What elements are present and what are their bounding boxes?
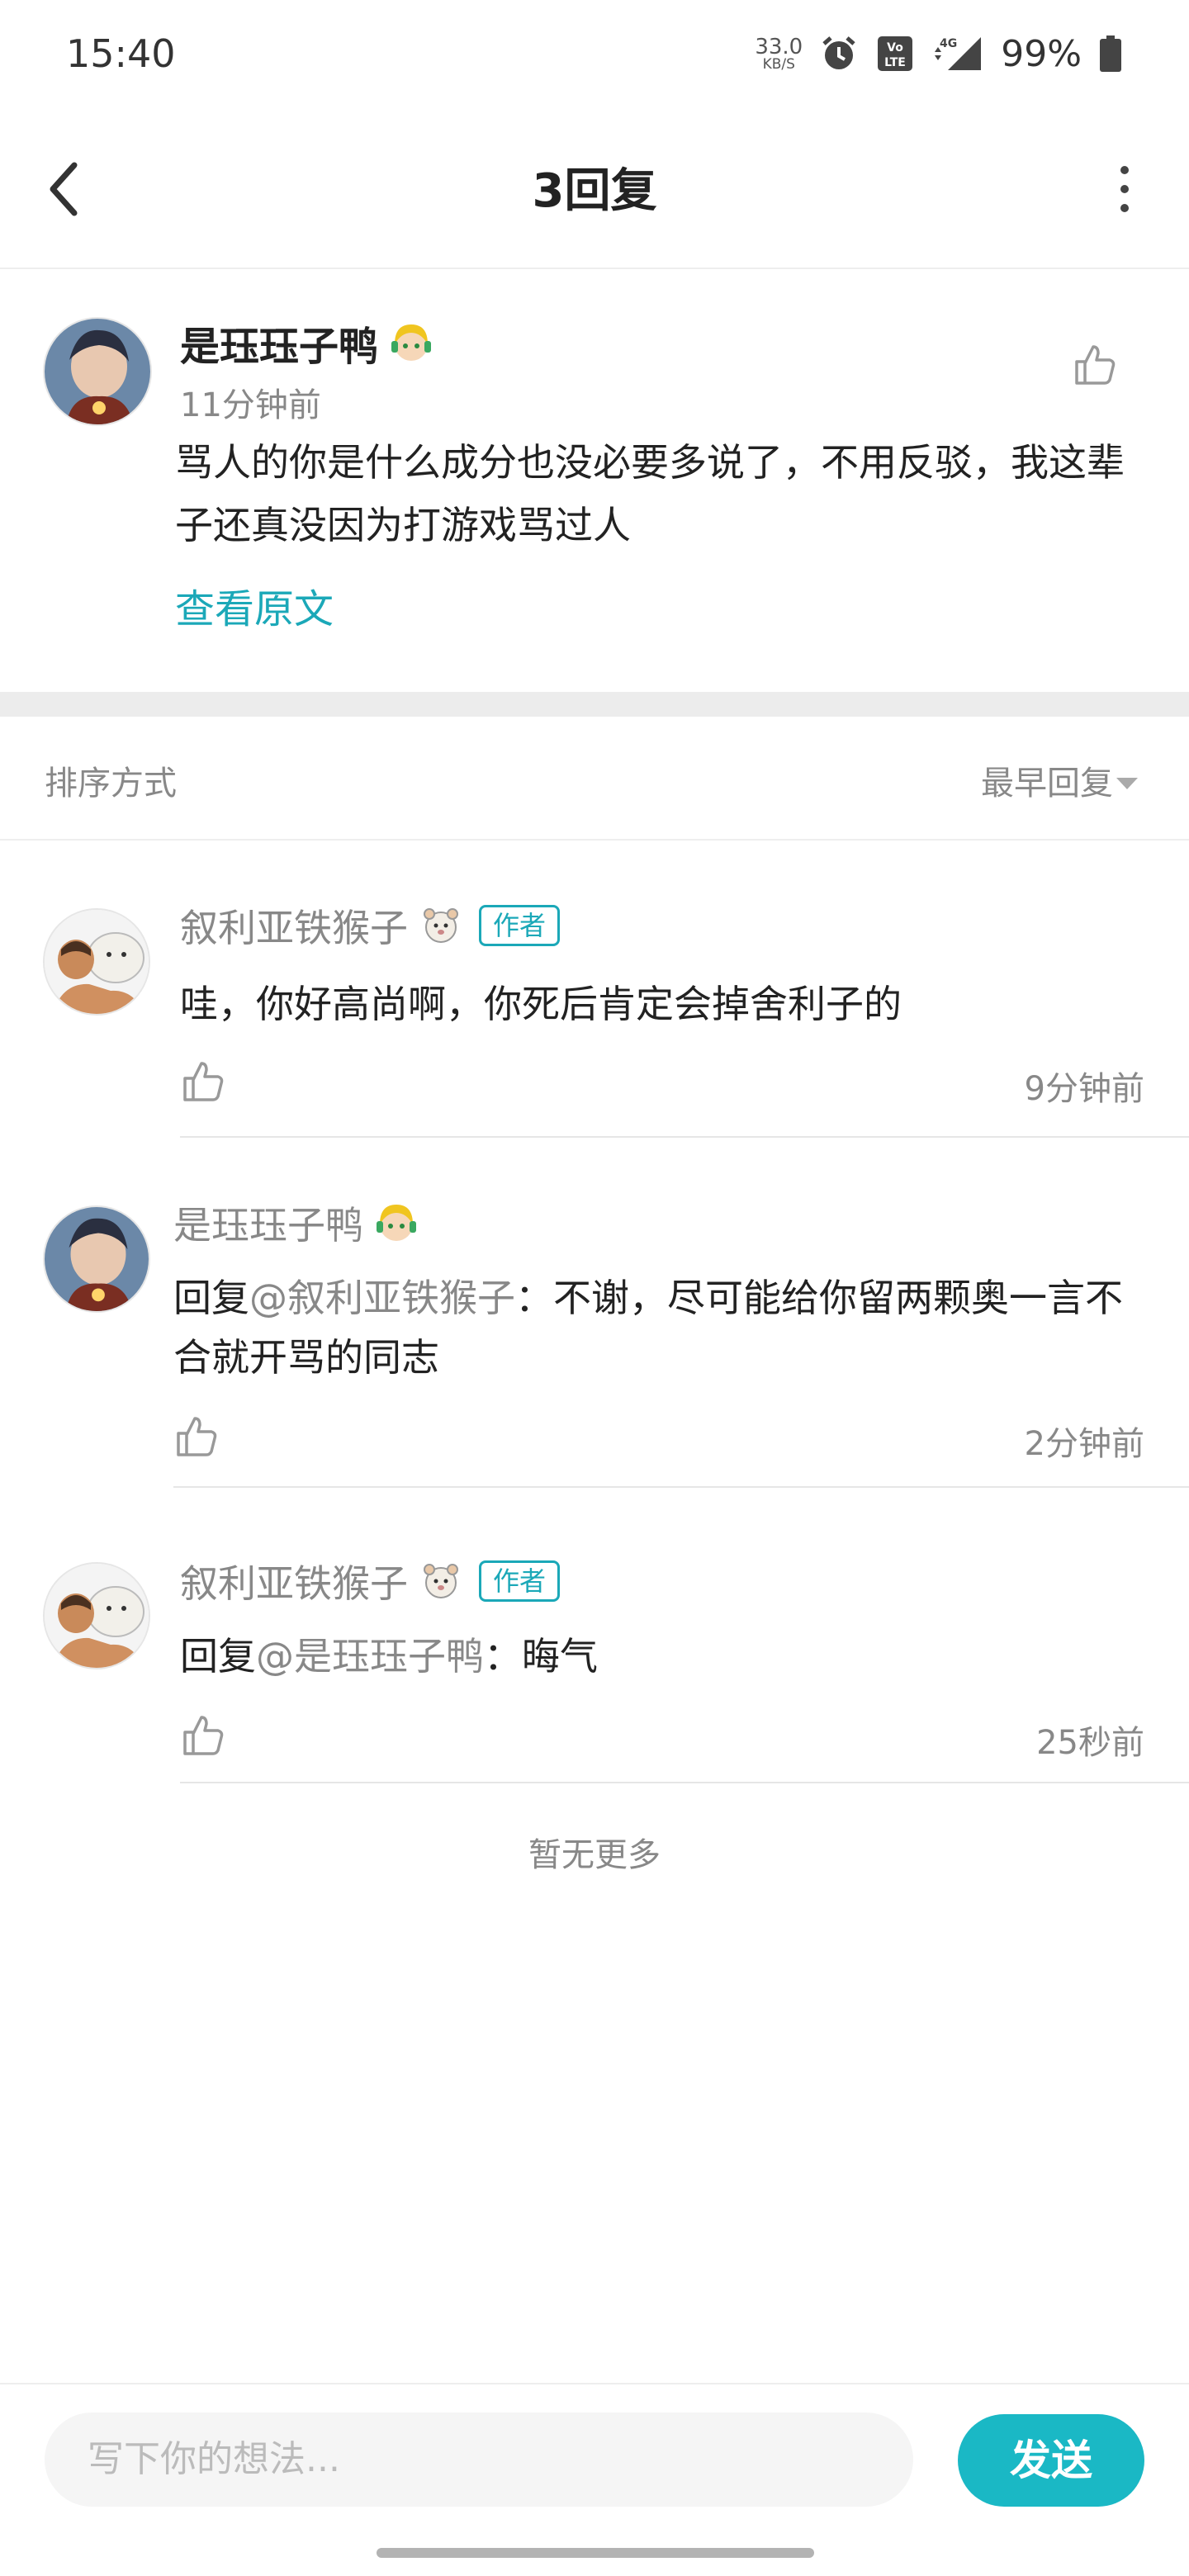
- reply-prefix: 回复: [180, 1634, 256, 1679]
- net-speed-value: 33.0: [755, 34, 803, 59]
- reply-item: 叙利亚铁猴子 作者 哇，你好高尚啊，你死后肯定会掉舍利子的 9分钟前: [0, 841, 1189, 1139]
- comment-input[interactable]: 写下你的想法...: [45, 2413, 913, 2507]
- thumbs-up-icon[interactable]: [180, 1712, 226, 1759]
- thumbs-up-icon[interactable]: [180, 1058, 226, 1105]
- svg-text:Vo: Vo: [887, 41, 903, 54]
- reply-item: 叙利亚铁猴子 作者 回复@是珏珏子鸭：晦气 25秒前: [0, 1494, 1189, 1792]
- volte-icon: Vo LTE: [878, 36, 913, 71]
- net-speed-unit: KB/S: [762, 55, 795, 73]
- avatar[interactable]: [43, 317, 152, 426]
- reply-content: 回复@叙利亚铁猴子：不谢，尽可能给你留两颗奥一言不合就开骂的同志: [173, 1268, 1156, 1387]
- reply-author-name[interactable]: 是珏珏子鸭: [173, 1196, 363, 1250]
- reply-prefix: 回复: [173, 1276, 249, 1320]
- no-more-text: 暂无更多: [528, 1836, 661, 1874]
- reply-content: 哇，你好高尚啊，你死后肯定会掉舍利子的: [180, 974, 1163, 1034]
- status-bar: 15:40 33.0 KB/S Vo LTE 4G 99%: [0, 0, 1189, 107]
- caret-down-icon[interactable]: [1115, 776, 1139, 791]
- net-speed: 33.0 KB/S: [755, 36, 803, 72]
- battery-icon: [1100, 36, 1121, 72]
- comment-time: 11分钟前: [180, 386, 321, 424]
- sort-dropdown[interactable]: 最早回复: [981, 756, 1113, 804]
- status-icons: 33.0 KB/S Vo LTE 4G 99%: [755, 33, 1123, 75]
- svg-text:LTE: LTE: [884, 56, 906, 69]
- bear-emoji-icon: [424, 908, 458, 943]
- top-header: 3回复: [0, 107, 1189, 269]
- reply-item: 是珏珏子鸭 回复@叙利亚铁猴子：不谢，尽可能给你留两颗奥一言不合就开骂的同志 2…: [0, 1139, 1189, 1494]
- author-name[interactable]: 是珏珏子鸭: [180, 314, 378, 372]
- reply-author-row: 叙利亚铁猴子 作者: [180, 1554, 561, 1608]
- sort-bar: 排序方式 最早回复: [0, 717, 1189, 841]
- send-button[interactable]: 发送: [958, 2414, 1144, 2507]
- main-comment: 是珏珏子鸭 11分钟前 骂人的你是什么成分也没必要多说了，不用反驳，我这辈子还真…: [0, 269, 1189, 692]
- view-original-link[interactable]: 查看原文: [175, 576, 334, 634]
- section-divider: [0, 692, 1189, 717]
- avatar-image: [45, 1207, 149, 1311]
- divider: [180, 1782, 1189, 1783]
- comment-input-bar: 写下你的想法... 发送: [0, 2383, 1189, 2533]
- signal-4g-icon: 4G: [935, 37, 982, 70]
- reply-text: 哇，你好高尚啊，你死后肯定会掉舍利子的: [180, 982, 902, 1026]
- svg-text:4G: 4G: [940, 37, 957, 50]
- avatar-image: [45, 910, 149, 1014]
- reply-time: 25秒前: [1036, 1724, 1144, 1762]
- divider: [180, 1136, 1189, 1138]
- author-badge: 作者: [479, 1560, 561, 1602]
- reply-author-row: 叙利亚铁猴子 作者: [180, 898, 561, 953]
- reply-author-name[interactable]: 叙利亚铁猴子: [180, 898, 408, 953]
- alarm-icon: [822, 36, 855, 69]
- reply-time: 2分钟前: [1024, 1425, 1144, 1463]
- comment-content: 骂人的你是什么成分也没必要多说了，不用反驳，我这辈子还真没因为打游戏骂过人: [175, 440, 1125, 547]
- avatar-image: [45, 319, 150, 424]
- author-row: 是珏珏子鸭: [180, 314, 434, 372]
- thumbs-up-icon[interactable]: [1072, 342, 1118, 388]
- status-time: 15:40: [66, 31, 176, 76]
- more-vertical-icon[interactable]: [1108, 162, 1141, 216]
- battery-level: 99%: [1001, 32, 1082, 75]
- character-emoji-icon: [377, 1205, 416, 1241]
- mention-link[interactable]: @是珏珏子鸭: [256, 1634, 484, 1679]
- reply-author-name[interactable]: 叙利亚铁猴子: [180, 1554, 408, 1608]
- avatar-image: [45, 1564, 149, 1668]
- home-indicator[interactable]: [377, 2548, 814, 2558]
- reply-time: 9分钟前: [1024, 1070, 1144, 1108]
- character-emoji-icon: [391, 324, 432, 361]
- avatar[interactable]: [43, 908, 150, 1016]
- page-title: 3回复: [532, 164, 657, 218]
- reply-text: ：晦气: [484, 1634, 598, 1679]
- bear-emoji-icon: [424, 1564, 458, 1598]
- sort-label: 排序方式: [45, 765, 177, 803]
- mention-link[interactable]: @叙利亚铁猴子: [249, 1276, 515, 1320]
- divider: [173, 1486, 1189, 1488]
- reply-author-row: 是珏珏子鸭: [173, 1196, 419, 1250]
- reply-content: 回复@是珏珏子鸭：晦气: [180, 1627, 1163, 1686]
- author-badge: 作者: [479, 905, 561, 946]
- avatar[interactable]: [43, 1562, 150, 1669]
- thumbs-up-icon[interactable]: [173, 1413, 220, 1460]
- avatar[interactable]: [43, 1205, 150, 1313]
